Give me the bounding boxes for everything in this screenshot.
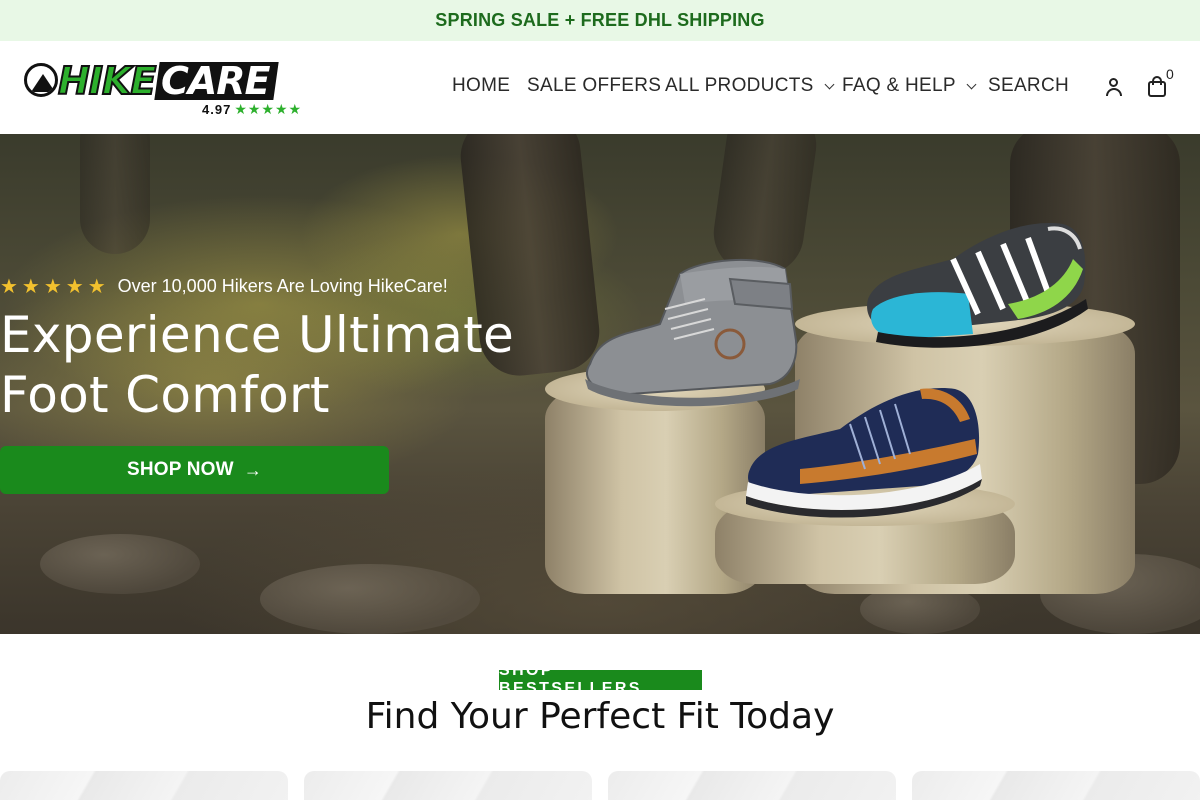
mountain-logo-icon [24,63,58,97]
nav-all-products[interactable]: ALL PRODUCTS [665,75,835,97]
nav-search-label: SEARCH [988,75,1069,96]
product-card[interactable] [912,771,1200,800]
logo-word-hike: HIKE [57,59,157,103]
logo-rating-value: 4.97 [202,102,232,117]
shop-now-label: SHOP NOW [126,459,234,480]
hero-title: Experience Ultimate Foot Comfort [0,305,520,425]
logo-word-care-box: CARE [154,59,279,103]
nav-faq-help-label: FAQ & HELP [842,75,956,96]
arrow-right-icon: → [243,459,263,480]
shop-now-button[interactable]: SHOP NOW → [0,446,389,494]
logo-rating-stars: ★★★★★ [234,101,303,117]
chevron-down-icon [824,79,835,89]
nav-faq-help[interactable]: FAQ & HELP [842,75,977,97]
chevron-down-icon [966,79,977,89]
hero-title-line2: Foot Comfort [0,366,330,424]
bestsellers-section: SHOP BESTSELLERS Find Your Perfect Fit T… [0,634,1200,800]
shop-bestsellers-badge: SHOP BESTSELLERS [499,662,702,697]
hero-banner: ★★★★★ Over 10,000 Hikers Are Loving Hike… [0,134,1200,634]
nav-sale-offers[interactable]: SALE OFFERS [527,75,661,97]
navy-sneaker-image [746,388,982,518]
announcement-text: SPRING SALE + FREE DHL SHIPPING [435,10,765,30]
product-card[interactable] [0,771,288,800]
trail-running-shoe-image [867,223,1088,348]
logo-word-care: CARE [161,59,270,103]
announcement-bar: SPRING SALE + FREE DHL SHIPPING [0,0,1200,41]
nav-all-products-label: ALL PRODUCTS [665,75,814,96]
user-icon[interactable] [1104,76,1124,98]
logo[interactable]: HIKE CARE 4.97 ★★★★★ [22,59,322,119]
product-card[interactable] [304,771,592,800]
section-title: Find Your Perfect Fit Today [365,696,835,737]
product-card[interactable] [608,771,896,800]
nav-search[interactable]: SEARCH [988,75,1069,97]
nav-home-label: HOME [452,75,511,96]
logo-wordmark: HIKE CARE [57,59,279,103]
hero-content: ★★★★★ Over 10,000 Hikers Are Loving Hike… [0,274,520,425]
hero-rating: ★★★★★ Over 10,000 Hikers Are Loving Hike… [0,274,520,299]
logo-rating: 4.97 ★★★★★ [202,101,302,118]
star-rating-icons: ★★★★★ [0,276,110,298]
cart-count: 0 [1166,66,1174,82]
hero-title-line1: Experience Ultimate [0,306,515,364]
nav-home[interactable]: HOME [452,75,510,97]
hero-rating-text: Over 10,000 Hikers Are Loving HikeCare! [117,276,448,296]
site-header: HIKE CARE 4.97 ★★★★★ HOME SALE OFFERS ALL… [0,41,1200,134]
nav-sale-offers-label: SALE OFFERS [527,75,662,96]
